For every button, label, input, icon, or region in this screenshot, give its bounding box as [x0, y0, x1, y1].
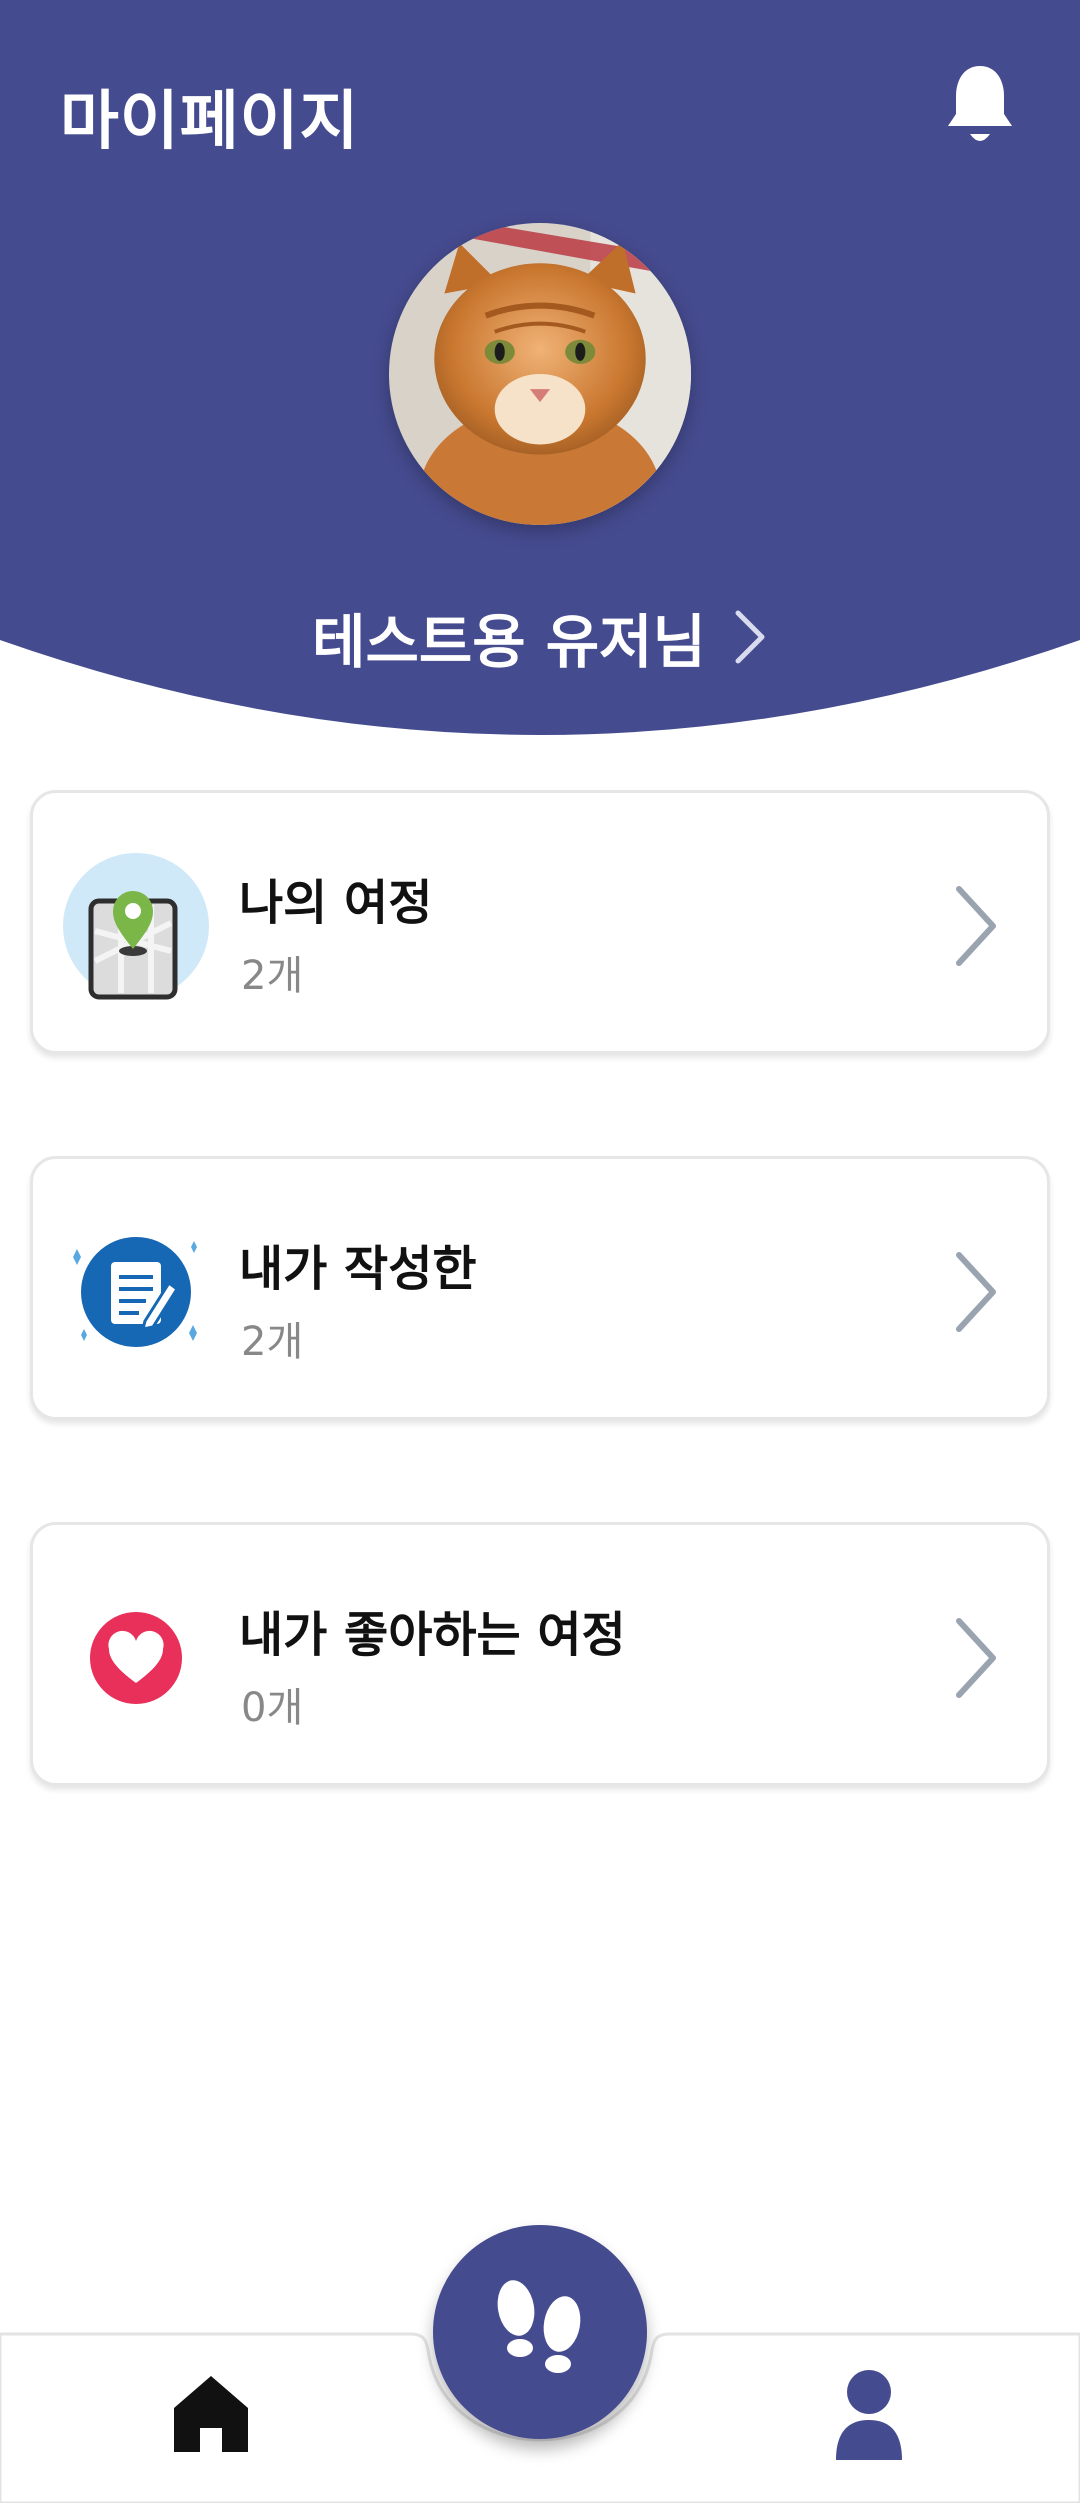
cat-photo	[389, 223, 691, 525]
heart-icon	[90, 1612, 182, 1704]
card-liked-journeys[interactable]: 내가 좋아하는 여정 0개	[30, 1522, 1050, 1786]
card-my-posts[interactable]: 내가 작성한 2개	[30, 1156, 1050, 1420]
my-page-screen: 마이페이지 테스트용 유저님 나의 여정 2개 내가 작성한 2개 내가 좋아하…	[0, 0, 1080, 2503]
footprints-icon	[497, 2280, 581, 2373]
map-pin-icon	[63, 853, 209, 1000]
bell-icon[interactable]	[944, 62, 1016, 152]
card-count: 2개	[241, 1319, 304, 1365]
card-my-journeys[interactable]: 나의 여정 2개	[30, 790, 1050, 1054]
profile-icon[interactable]	[834, 2368, 904, 2462]
profile-avatar[interactable]	[389, 223, 691, 525]
username-text: 테스트용 유저님	[312, 608, 706, 676]
chevron-right-icon	[956, 1252, 996, 1332]
username-link[interactable]: 테스트용 유저님	[0, 595, 1080, 679]
chevron-right-icon	[735, 610, 765, 664]
chevron-right-icon	[956, 886, 996, 966]
card-title: 내가 좋아하는 여정	[239, 1607, 626, 1663]
card-count: 2개	[241, 953, 304, 999]
home-icon[interactable]	[170, 2372, 252, 2454]
footprints-button[interactable]	[433, 2225, 647, 2439]
card-count: 0개	[241, 1685, 304, 1731]
card-title: 내가 작성한	[239, 1241, 477, 1297]
document-edit-icon	[73, 1237, 197, 1347]
card-title: 나의 여정	[239, 875, 433, 931]
page-title: 마이페이지	[60, 85, 360, 159]
chevron-right-icon	[956, 1618, 996, 1698]
